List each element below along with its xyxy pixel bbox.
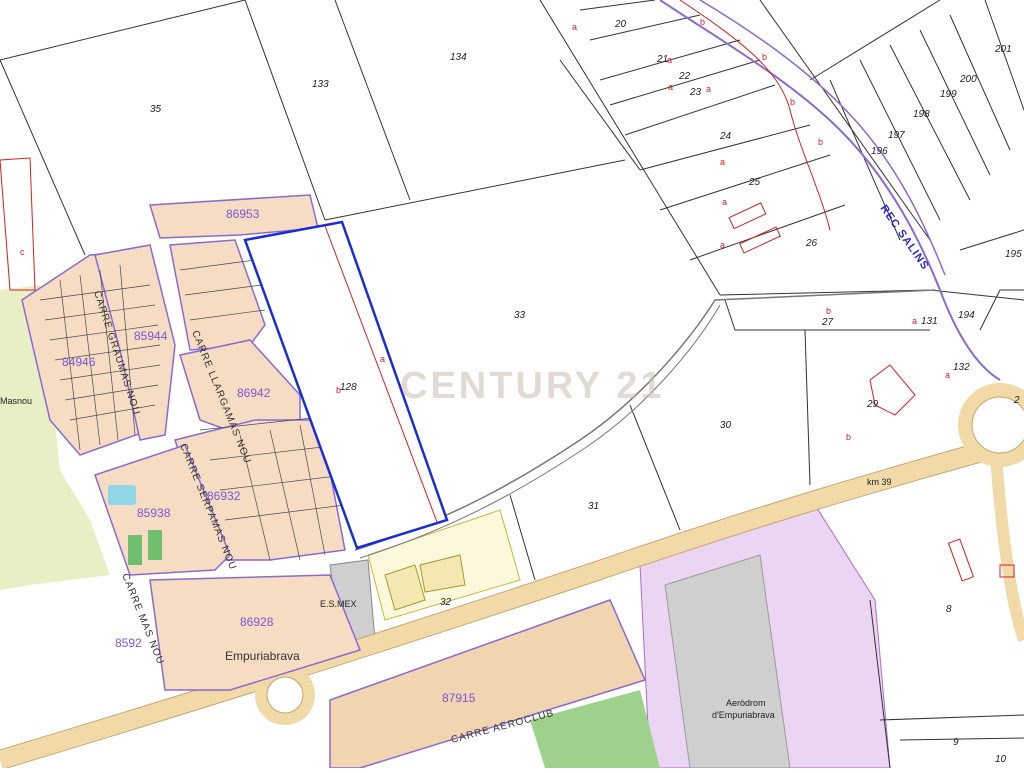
plot-9[interactable]: 9 bbox=[953, 737, 959, 748]
plot-24[interactable]: 24 bbox=[719, 131, 732, 142]
plot-195[interactable]: 195 bbox=[1005, 249, 1022, 260]
registry-86953[interactable]: 86953 bbox=[226, 207, 260, 221]
subparcel-b: b bbox=[700, 17, 705, 27]
plot-29[interactable]: 29 bbox=[866, 399, 879, 410]
street-rec-salins[interactable]: REC SALINS bbox=[878, 203, 932, 273]
subparcel-b: b bbox=[762, 52, 767, 62]
subparcel-b: b bbox=[336, 385, 341, 395]
plot-201[interactable]: 201 bbox=[994, 44, 1012, 55]
plot-128[interactable]: 128 bbox=[340, 382, 357, 393]
subparcel-a: a bbox=[722, 197, 727, 207]
plot-134[interactable]: 134 bbox=[450, 52, 467, 63]
plot-33[interactable]: 33 bbox=[514, 310, 526, 321]
plot-198[interactable]: 198 bbox=[913, 109, 930, 120]
registry-84946[interactable]: 84946 bbox=[62, 355, 96, 369]
registry-87915[interactable]: 87915 bbox=[442, 691, 476, 705]
plot-25[interactable]: 25 bbox=[748, 177, 761, 188]
subparcel-b: b bbox=[846, 432, 851, 442]
registry-85944[interactable]: 85944 bbox=[134, 329, 168, 343]
subparcel-b: b bbox=[818, 137, 823, 147]
plot-30[interactable]: 30 bbox=[720, 420, 732, 431]
registry-86928[interactable]: 86928 bbox=[240, 615, 274, 629]
plot-22[interactable]: 22 bbox=[678, 71, 691, 82]
plot-31[interactable]: 31 bbox=[588, 501, 599, 512]
place-es-mex[interactable]: E.S.MEX bbox=[320, 599, 357, 609]
plot-10[interactable]: 10 bbox=[995, 754, 1007, 765]
plot-196[interactable]: 196 bbox=[871, 146, 888, 157]
roundabout-west-edge bbox=[266, 676, 304, 714]
plot-132[interactable]: 132 bbox=[953, 362, 970, 373]
plot-197[interactable]: 197 bbox=[888, 130, 905, 141]
subparcel-a: a bbox=[706, 84, 711, 94]
watermark: CENTURY 21 bbox=[400, 365, 664, 407]
subparcel-b: b bbox=[826, 306, 831, 316]
place-empuriabrava[interactable]: Empuriabrava bbox=[225, 649, 300, 663]
plot-133[interactable]: 133 bbox=[312, 79, 329, 90]
subparcel-a: a bbox=[380, 354, 385, 364]
side-road-right bbox=[989, 439, 1024, 642]
place-masnou[interactable]: Masnou bbox=[0, 396, 32, 406]
subparcel-a: a bbox=[912, 316, 917, 326]
subparcel-a: a bbox=[667, 55, 672, 65]
plot-199[interactable]: 199 bbox=[940, 89, 957, 100]
plot-131[interactable]: 131 bbox=[921, 316, 938, 327]
plot-27[interactable]: 27 bbox=[821, 317, 834, 328]
place-aerodrom-line2[interactable]: d'Empuriabrava bbox=[712, 710, 775, 720]
place-aerodrom-line1[interactable]: Aeròdrom bbox=[726, 698, 766, 708]
registry-85938[interactable]: 85938 bbox=[137, 506, 171, 520]
subparcel-a: a bbox=[945, 370, 950, 380]
subparcel-b: b bbox=[790, 97, 795, 107]
plot-200[interactable]: 200 bbox=[959, 74, 977, 85]
plot-2[interactable]: 2 bbox=[1013, 395, 1020, 406]
subparcel-a: a bbox=[572, 22, 577, 32]
subparcel-a: a bbox=[720, 240, 725, 250]
road-km-marker: km 39 bbox=[867, 477, 892, 487]
subparcel-a: a bbox=[668, 82, 673, 92]
map-canvas: CENTURY 21 35 133 134 128 33 20 21 22 23… bbox=[0, 0, 1024, 771]
plot-23[interactable]: 23 bbox=[689, 87, 702, 98]
subparcel-c: c bbox=[20, 247, 25, 257]
plot-20[interactable]: 20 bbox=[614, 19, 627, 30]
plot-194[interactable]: 194 bbox=[958, 310, 975, 321]
plot-26[interactable]: 26 bbox=[805, 238, 818, 249]
registry-8592[interactable]: 8592 bbox=[115, 636, 142, 650]
subparcel-a: a bbox=[720, 157, 725, 167]
plot-35[interactable]: 35 bbox=[150, 104, 162, 115]
cadastral-map[interactable]: CENTURY 21 35 133 134 128 33 20 21 22 23… bbox=[0, 0, 1024, 771]
plot-8[interactable]: 8 bbox=[946, 604, 952, 615]
plot-32[interactable]: 32 bbox=[440, 597, 452, 608]
registry-86942[interactable]: 86942 bbox=[237, 386, 271, 400]
